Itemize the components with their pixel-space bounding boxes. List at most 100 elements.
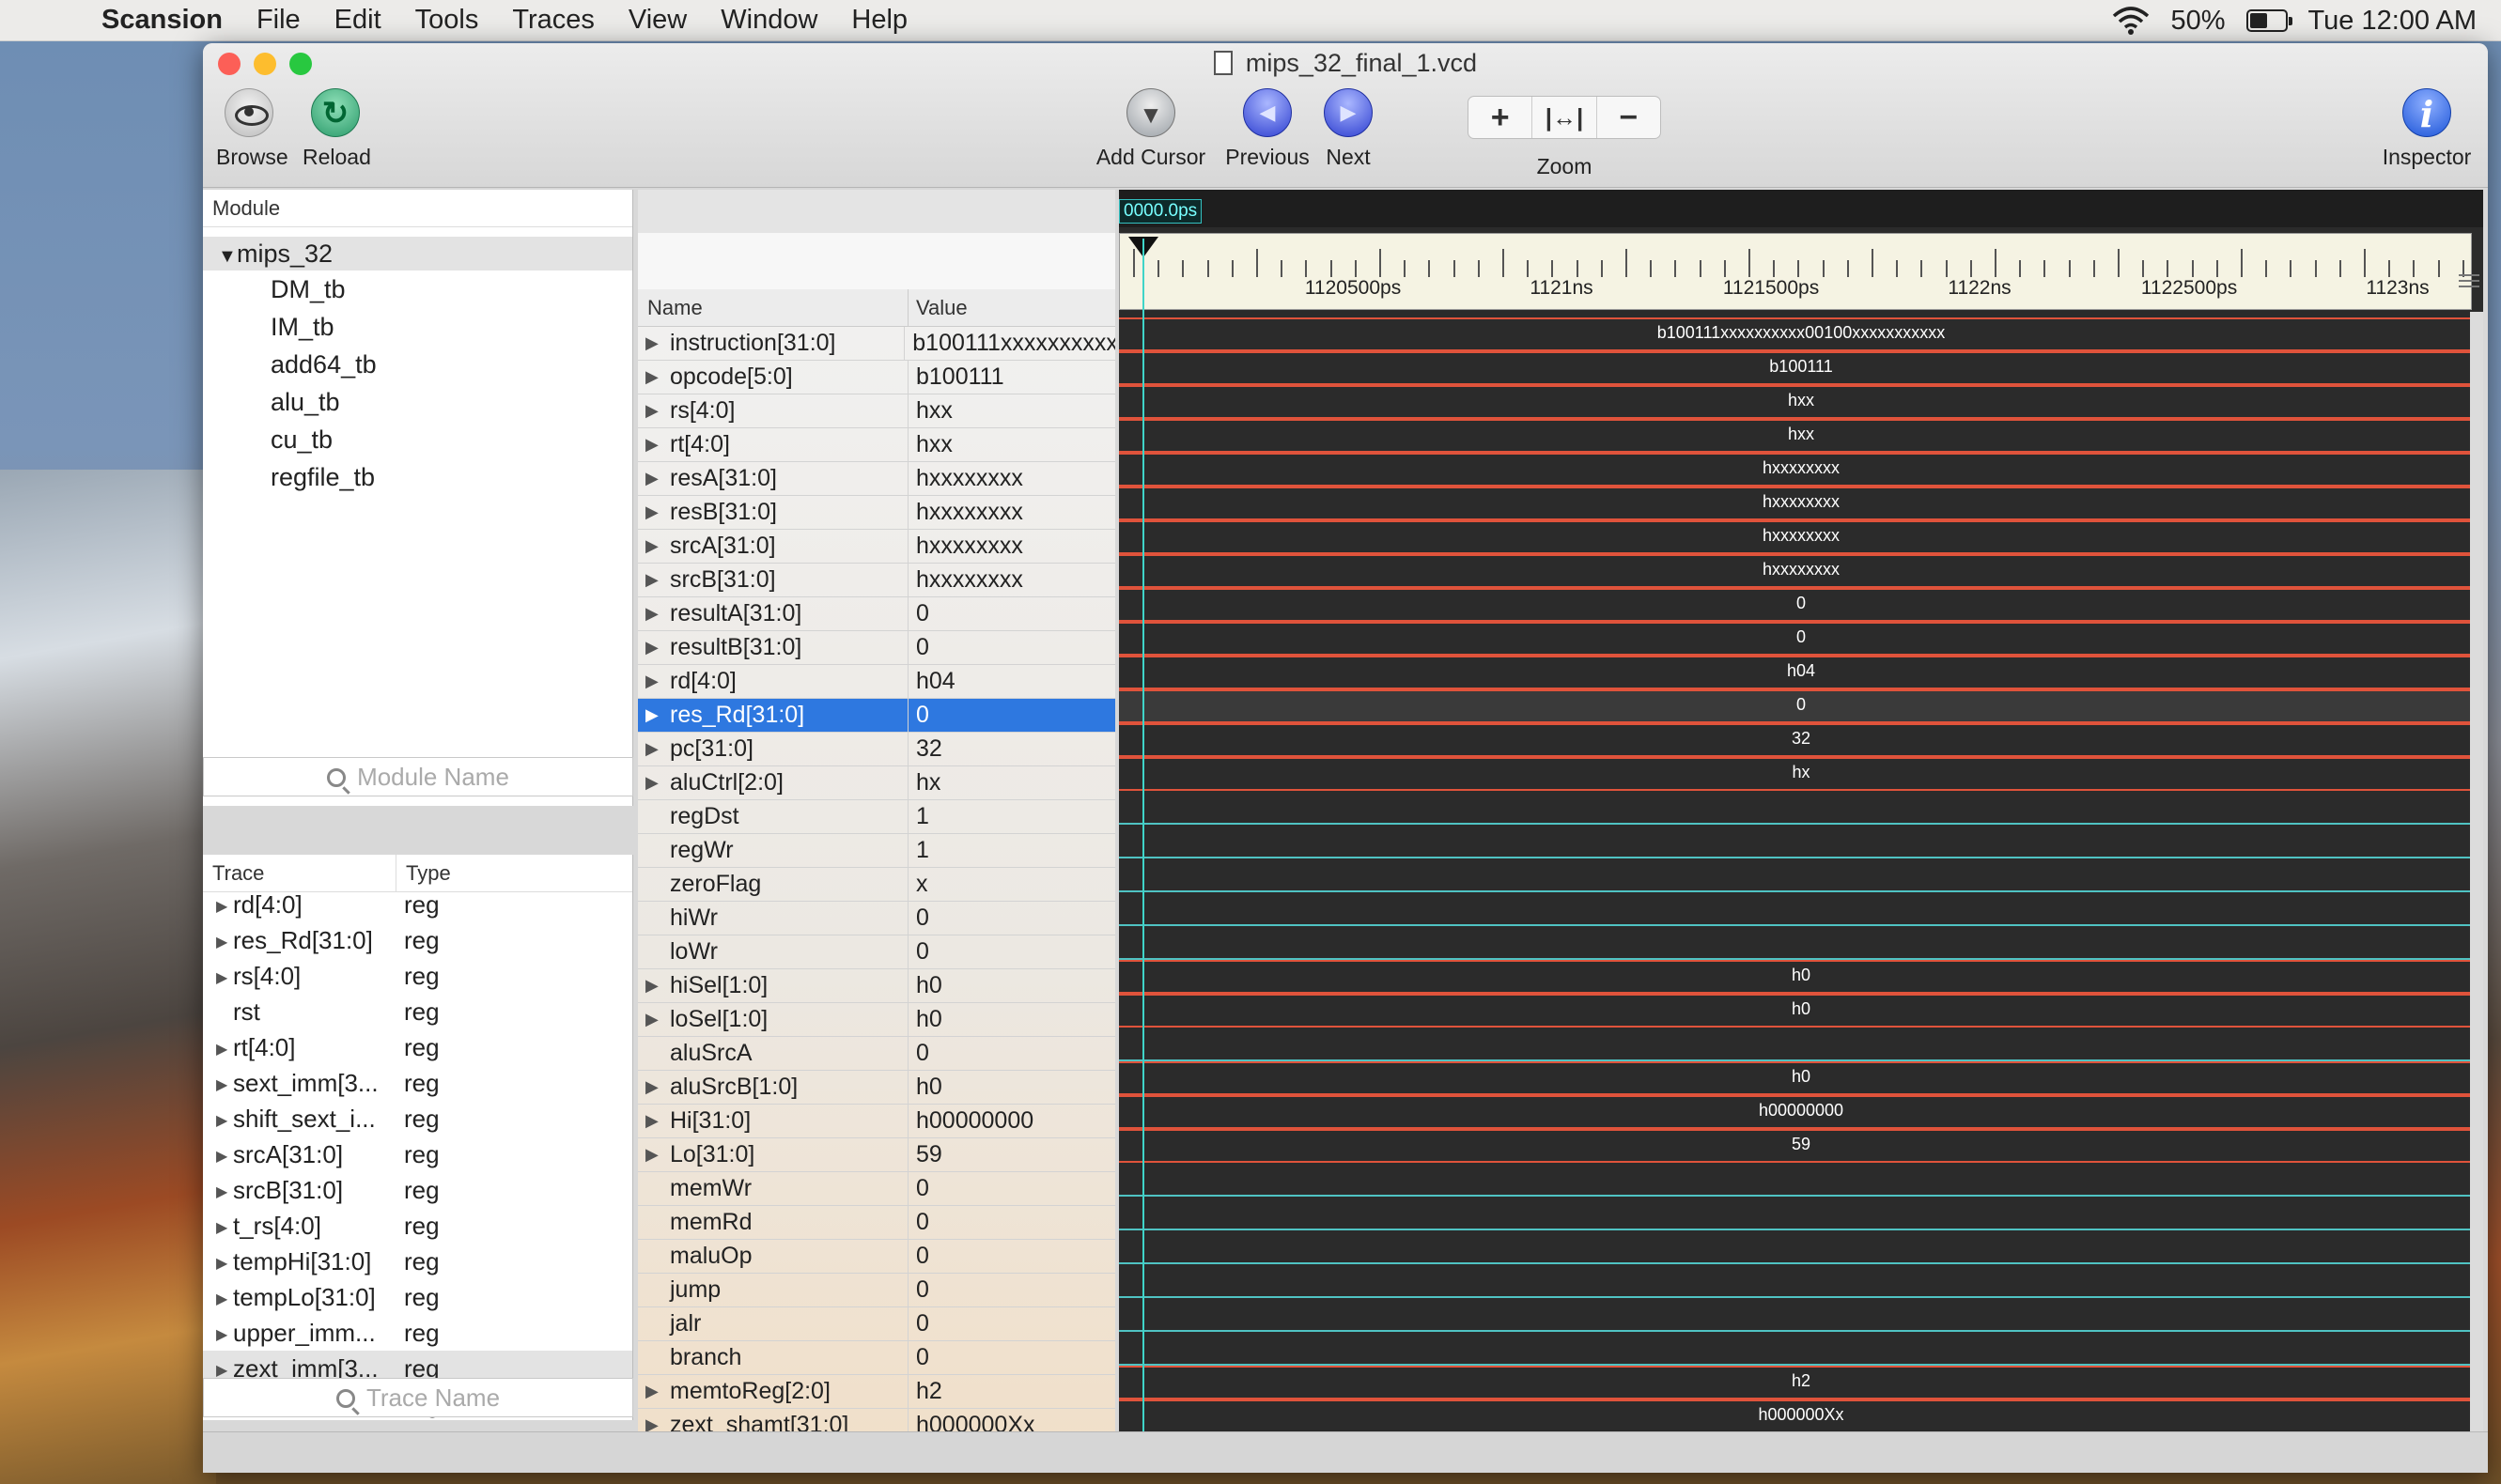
menu-view[interactable]: View [629, 5, 687, 36]
signal-row[interactable]: hiWr 0 [638, 902, 1115, 935]
module-tree-root[interactable]: ▼mips_32 [203, 237, 632, 271]
module-search-field[interactable]: Module Name [203, 757, 633, 796]
waveform-lane[interactable]: 0 [1119, 588, 2483, 622]
disclosure-right-icon[interactable]: ▶ [216, 961, 233, 994]
waveform-lane[interactable]: 0 [1119, 689, 2483, 723]
waveform-lane[interactable] [1119, 791, 2483, 825]
trace-row[interactable]: ▶ rs[4:0] reg [203, 958, 632, 994]
menu-icon[interactable] [2459, 274, 2479, 287]
zoom-out-button[interactable]: − [1597, 97, 1660, 138]
disclosure-right-icon[interactable]: ▶ [645, 530, 670, 563]
signal-row[interactable]: zeroFlag x [638, 868, 1115, 902]
signal-row[interactable]: regDst 1 [638, 800, 1115, 834]
zoom-in-button[interactable]: + [1468, 97, 1533, 138]
clock[interactable]: Tue 12:00 AM [2308, 6, 2477, 37]
waveform-lane[interactable]: 59 [1119, 1129, 2483, 1163]
menu-window[interactable]: Window [721, 5, 817, 36]
trace-row[interactable]: ▶ upper_imm... reg [203, 1315, 632, 1351]
waveform-lane[interactable] [1119, 825, 2483, 858]
signal-row[interactable]: ▶ res_Rd[31:0] 0 [638, 699, 1115, 733]
trace-row[interactable]: ▶ res_Rd[31:0] reg [203, 922, 632, 958]
waveform-lane[interactable] [1119, 1197, 2483, 1230]
disclosure-right-icon[interactable]: ▶ [216, 889, 233, 922]
disclosure-right-icon[interactable]: ▶ [216, 1211, 233, 1244]
apple-menu-icon[interactable] [34, 4, 68, 38]
signal-row[interactable]: ▶ loSel[1:0] h0 [638, 1003, 1115, 1037]
waveform-lane[interactable]: h2 [1119, 1366, 2483, 1399]
disclosure-down-icon[interactable]: ▼ [218, 240, 237, 273]
waveform-lane[interactable] [1119, 1264, 2483, 1298]
disclosure-right-icon[interactable]: ▶ [645, 428, 670, 461]
disclosure-right-icon[interactable]: ▶ [645, 1138, 670, 1171]
waveform-lane[interactable]: hxxxxxxxx [1119, 554, 2483, 588]
trace-row[interactable]: ▶ sext_imm[3... reg [203, 1065, 632, 1101]
waveform-lane[interactable] [1119, 892, 2483, 926]
module-item[interactable]: cu_tb [203, 421, 632, 458]
disclosure-right-icon[interactable]: ▶ [645, 1375, 670, 1408]
disclosure-right-icon[interactable]: ▶ [645, 631, 670, 664]
trace-row[interactable]: ▶ tempLo[31:0] reg [203, 1279, 632, 1315]
module-item[interactable]: add64_tb [203, 346, 632, 383]
disclosure-right-icon[interactable]: ▶ [645, 699, 670, 732]
signal-row[interactable]: ▶ instruction[31:0] b100111xxxxxxxxxx [638, 327, 1115, 361]
signal-row[interactable]: jalr 0 [638, 1307, 1115, 1341]
zoom-fit-button[interactable]: |↔| [1532, 97, 1597, 138]
waveform-lane[interactable]: hxx [1119, 419, 2483, 453]
waveform-lane[interactable]: 0 [1119, 622, 2483, 656]
disclosure-right-icon[interactable]: ▶ [216, 925, 233, 958]
disclosure-right-icon[interactable]: ▶ [216, 1032, 233, 1065]
disclosure-right-icon[interactable]: ▶ [645, 1105, 670, 1137]
disclosure-right-icon[interactable]: ▶ [645, 564, 670, 596]
waveform-lane[interactable] [1119, 1230, 2483, 1264]
waveform-lane[interactable]: hxxxxxxxx [1119, 520, 2483, 554]
waveform-lane[interactable] [1119, 926, 2483, 960]
signal-row[interactable]: loWr 0 [638, 935, 1115, 969]
waveform-lane[interactable] [1119, 1028, 2483, 1061]
disclosure-right-icon[interactable]: ▶ [645, 597, 670, 630]
signal-row[interactable]: ▶ Hi[31:0] h00000000 [638, 1105, 1115, 1138]
signal-row[interactable]: ▶ hiSel[1:0] h0 [638, 969, 1115, 1003]
waveform-lane[interactable]: hxxxxxxxx [1119, 487, 2483, 520]
signal-row[interactable]: ▶ aluCtrl[2:0] hx [638, 766, 1115, 800]
previous-button[interactable]: Previous [1216, 88, 1319, 170]
trace-row[interactable]: rst reg [203, 994, 632, 1029]
disclosure-right-icon[interactable]: ▶ [645, 1071, 670, 1104]
disclosure-right-icon[interactable]: ▶ [645, 496, 670, 529]
vertical-scrollbar[interactable] [2470, 312, 2483, 1473]
disclosure-right-icon[interactable]: ▶ [645, 1003, 670, 1036]
trace-row[interactable]: ▶ t_rs[4:0] reg [203, 1208, 632, 1244]
trace-row[interactable]: ▶ rt[4:0] reg [203, 1029, 632, 1065]
inspector-button[interactable]: Inspector [2375, 88, 2478, 170]
signal-row[interactable]: ▶ resA[31:0] hxxxxxxxx [638, 462, 1115, 496]
signal-row[interactable]: ▶ resultB[31:0] 0 [638, 631, 1115, 665]
waveform-lane[interactable]: b100111 [1119, 351, 2483, 385]
menu-file[interactable]: File [256, 5, 301, 36]
browse-button[interactable]: Browse [216, 88, 288, 170]
waveform-lane[interactable] [1119, 1332, 2483, 1366]
trace-row[interactable]: ▶ tempHi[31:0] reg [203, 1244, 632, 1279]
waveform-lane[interactable]: h04 [1119, 656, 2483, 689]
time-ruler[interactable]: 1120500ps 1121ns 1121500ps 1122ns 1122500ps 1… [1119, 233, 2472, 310]
menu-traces[interactable]: Traces [512, 5, 595, 36]
signal-row[interactable]: ▶ Lo[31:0] 59 [638, 1138, 1115, 1172]
waveform-lane[interactable] [1119, 858, 2483, 892]
waveform-lane[interactable]: h0 [1119, 1061, 2483, 1095]
module-item[interactable]: DM_tb [203, 271, 632, 308]
module-header[interactable]: Module [203, 190, 632, 227]
signal-row[interactable]: ▶ rd[4:0] h04 [638, 665, 1115, 699]
signal-row[interactable]: ▶ pc[31:0] 32 [638, 733, 1115, 766]
disclosure-right-icon[interactable]: ▶ [216, 1246, 233, 1279]
waveform-lane[interactable]: hxxxxxxxx [1119, 453, 2483, 487]
signal-row[interactable]: ▶ memtoReg[2:0] h2 [638, 1375, 1115, 1409]
reload-button[interactable]: Reload [303, 88, 371, 170]
signal-row[interactable]: maluOp 0 [638, 1240, 1115, 1274]
disclosure-right-icon[interactable]: ▶ [216, 1175, 233, 1208]
module-item[interactable]: alu_tb [203, 383, 632, 421]
cursor-line[interactable] [1142, 239, 1144, 1473]
disclosure-right-icon[interactable]: ▶ [216, 1318, 233, 1351]
waveform-lane[interactable]: h000000Xx [1119, 1399, 2483, 1433]
waveform-lane[interactable]: h0 [1119, 960, 2483, 994]
cursor-time-badge[interactable]: 0000.0ps [1119, 199, 1203, 224]
waveform-lane[interactable] [1119, 1163, 2483, 1197]
signal-row[interactable]: regWr 1 [638, 834, 1115, 868]
